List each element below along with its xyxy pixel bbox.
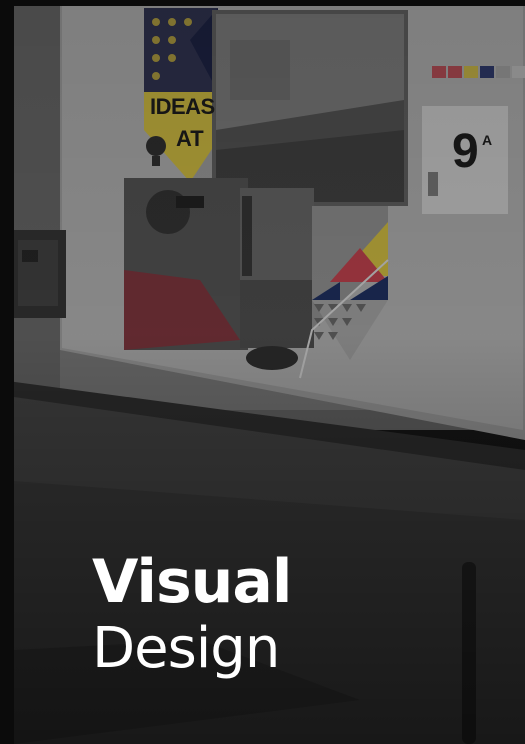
poster-headline-at: AT	[176, 126, 204, 151]
caption-title-regular: Design	[92, 616, 280, 681]
card-caption: Visual Design	[92, 547, 292, 682]
card-top-edge	[0, 0, 525, 6]
caption-title-bold: Visual	[92, 547, 292, 617]
sign-number: 9	[452, 125, 479, 178]
card-left-edge	[0, 0, 14, 744]
poster-headline-ideas: IDEAS	[150, 94, 215, 119]
visual-design-card[interactable]: IDEAS AT 9 A Visual Design	[0, 0, 525, 744]
sign-letter: A	[482, 132, 493, 148]
